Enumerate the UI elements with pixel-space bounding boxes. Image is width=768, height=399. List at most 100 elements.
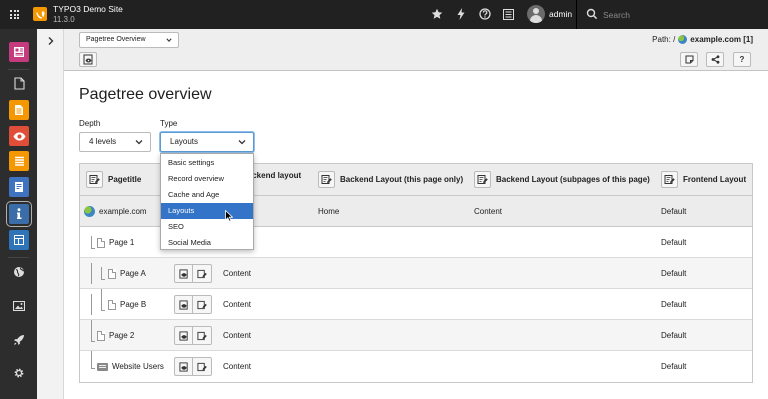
view-page-icon [178, 330, 188, 341]
backend-layout-cell: Content [223, 331, 252, 340]
tree-line [101, 289, 102, 311]
row-actions [174, 264, 212, 283]
help-icon[interactable] [478, 7, 492, 21]
frontend-layout-cell: Default [661, 238, 687, 247]
view-page-icon [83, 54, 92, 65]
edit-column-button[interactable] [318, 171, 335, 188]
page-title-text: Website Users [112, 362, 164, 371]
edit-column-button[interactable] [86, 171, 103, 188]
path-site[interactable]: example.com [1] [690, 35, 753, 44]
share-icon [711, 55, 719, 64]
view-page-button[interactable] [174, 326, 193, 345]
share-button[interactable] [706, 52, 724, 67]
edit-icon [197, 362, 207, 371]
tree-line [91, 351, 92, 369]
view-page-icon [178, 299, 188, 310]
page-title-cell[interactable]: Website Users [97, 351, 164, 382]
view-page-button[interactable] [174, 357, 193, 376]
user-name[interactable]: admin [549, 9, 572, 19]
depth-label: Depth [79, 119, 101, 128]
globe-icon [678, 35, 688, 44]
help-button[interactable]: ? [733, 52, 751, 67]
edit-column-button[interactable] [474, 171, 491, 188]
divider [8, 69, 29, 70]
view-page-button[interactable] [79, 52, 97, 67]
page-icon [108, 299, 116, 310]
depth-select-value: 4 levels [89, 137, 117, 146]
avatar[interactable] [527, 5, 545, 23]
gear-module-icon[interactable] [10, 364, 28, 382]
column-backend-layout-subpages: Backend Layout (subpages of this page) [474, 171, 650, 188]
type-option[interactable]: SEO [161, 219, 253, 235]
module-function-select[interactable]: Pagetree Overview [79, 32, 179, 48]
type-option[interactable]: Basic settings [161, 155, 253, 171]
tree-line [91, 294, 92, 315]
backend-layout-this-page-cell: Home [318, 207, 340, 216]
typo3-logo[interactable] [33, 7, 47, 21]
site-name[interactable]: TYPO3 Demo Site [53, 4, 123, 15]
page-title-cell[interactable]: Page B [108, 289, 146, 320]
apps-grid-icon[interactable] [0, 0, 29, 29]
table-row: Website Users Content Default [80, 351, 752, 382]
type-option[interactable]: Record overview [161, 171, 253, 187]
search-input[interactable] [603, 7, 753, 22]
column-label: Pagetitle [108, 175, 142, 184]
column-label: Frontend Layout [683, 175, 747, 184]
column-label: Backend Layout (subpages of this page) [496, 175, 650, 184]
image-module-icon[interactable] [10, 297, 28, 315]
edit-page-button[interactable] [193, 357, 212, 376]
column-pagetitle: Pagetitle [86, 171, 141, 188]
page-icon [97, 330, 105, 341]
mouse-cursor-icon [225, 210, 233, 222]
edit-page-button[interactable] [193, 264, 212, 283]
path-label: Path: / [652, 35, 676, 44]
view-module-icon[interactable] [9, 126, 29, 146]
type-option-selected[interactable]: Layouts [161, 203, 253, 219]
edit-column-button[interactable] [661, 171, 678, 188]
view-page-button[interactable] [174, 264, 193, 283]
type-select[interactable]: Layouts [160, 132, 254, 152]
tree-line [91, 368, 95, 369]
bookmark-button[interactable] [680, 52, 698, 67]
page-title-cell[interactable]: Page A [108, 258, 146, 289]
globe-module-icon[interactable] [10, 263, 28, 281]
row-actions [174, 295, 212, 314]
edit-multiple-icon [664, 175, 675, 184]
backend-layout-cell: Content [223, 300, 252, 309]
view-page-button[interactable] [174, 295, 193, 314]
edit-page-button[interactable] [193, 326, 212, 345]
backend-layout-cell: Content [223, 269, 252, 278]
form-module-icon[interactable] [9, 177, 29, 197]
depth-select[interactable]: 4 levels [79, 132, 151, 152]
folder-icon [97, 362, 108, 371]
globe-icon [84, 206, 95, 217]
type-option[interactable]: Social Media [161, 235, 253, 251]
template-module-icon[interactable] [9, 230, 29, 250]
view-page-icon [178, 361, 188, 372]
breadcrumb: Path: / example.com [1] [652, 35, 753, 44]
page-title-cell[interactable]: Page 2 [97, 320, 134, 351]
divider [8, 257, 29, 258]
page-title-text: Page 1 [109, 238, 135, 247]
list-icon[interactable] [501, 7, 515, 21]
rocket-module-icon[interactable] [10, 331, 28, 349]
info-module-icon[interactable] [6, 201, 32, 227]
type-option[interactable]: Cache and Age [161, 187, 253, 203]
chevron-down-icon [238, 140, 246, 145]
column-backend-layout-this-page: Backend Layout (this page only) [318, 171, 463, 188]
chevron-down-icon [135, 140, 143, 145]
chevron-right-icon[interactable] [46, 36, 56, 46]
page-title-cell[interactable]: example.com [84, 196, 147, 227]
site-version: 11.3.0 [53, 15, 75, 24]
tree-line [101, 310, 105, 311]
dashboard-module-icon[interactable] [9, 42, 29, 62]
row-actions [174, 326, 212, 345]
star-icon[interactable] [430, 7, 444, 21]
column-frontend-layout: Frontend Layout [661, 171, 746, 188]
list-module-icon[interactable] [9, 100, 29, 120]
page-module-icon[interactable] [10, 74, 28, 92]
edit-page-button[interactable] [193, 295, 212, 314]
flash-icon[interactable] [454, 7, 468, 21]
lists-module-icon[interactable] [9, 151, 29, 171]
page-title-cell[interactable]: Page 1 [97, 227, 134, 258]
